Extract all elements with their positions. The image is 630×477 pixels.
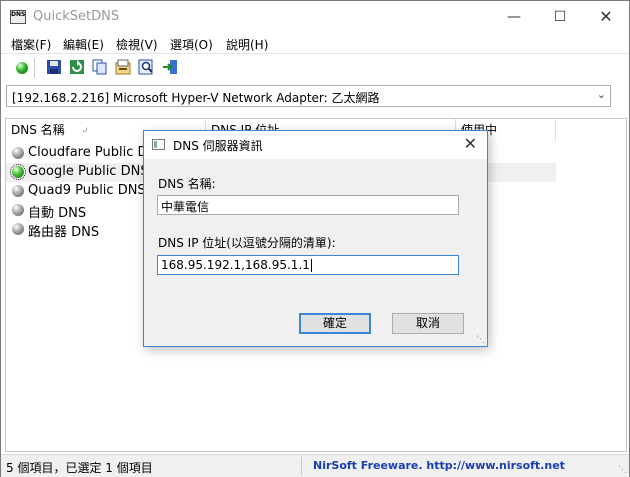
cancel-button[interactable]: 取消 [392,313,464,334]
sort-arrow-icon: ⌏ [82,126,91,137]
menu-options[interactable]: 選項(O) [170,36,213,53]
dns-server-dialog: DNS 伺服器資訊 ✕ DNS 名稱: 中華電信 DNS IP 位址(以逗號分隔… [143,130,488,347]
dns-status-icon [12,147,24,159]
find-icon[interactable] [138,59,154,75]
dns-status-icon [12,204,24,216]
status-bar: 5 個項目，已選定 1 個項目 NirSoft Freeware. http:/… [1,454,629,477]
dialog-title: DNS 伺服器資訊 [173,139,263,153]
nirsoft-link[interactable]: NirSoft Freeware. http://www.nirsoft.net [313,459,565,472]
toolbar [1,53,629,82]
close-icon[interactable]: ✕ [583,1,629,33]
dns-ip-value: 168.95.192.1,168.95.1.1 [161,258,312,272]
menu-bar: 檔案(F) 編輯(E) 檢視(V) 選項(O) 說明(H) [1,33,629,53]
dns-active-icon [10,164,26,180]
properties-icon[interactable] [115,59,131,75]
dns-ip-field[interactable]: 168.95.192.1,168.95.1.1 [157,255,459,275]
window-title: QuickSetDNS [33,9,120,24]
chevron-down-icon[interactable]: ⌄ [597,88,606,101]
menu-view[interactable]: 檢視(V) [116,36,158,53]
resize-grip-icon[interactable]: ⋱ [618,465,627,475]
dns-name: 路由器 DNS [28,225,100,240]
title-bar: DNS QuickSetDNS — ☐ ✕ [1,1,629,33]
dns-status-icon [12,185,24,197]
menu-edit[interactable]: 編輯(E) [63,36,104,53]
dns-name: Quad9 Public DNS S [28,183,159,198]
column-header-dns-name-label: DNS 名稱 [11,123,65,137]
refresh-icon[interactable] [69,59,85,75]
menu-help[interactable]: 說明(H) [226,36,268,53]
dialog-resize-grip-icon[interactable]: ⋱ [476,335,485,345]
copy-icon[interactable] [92,59,108,75]
dns-ip-label: DNS IP 位址(以逗號分隔的清單): [158,236,336,250]
menu-file[interactable]: 檔案(F) [11,36,51,53]
dns-name: 自動 DNS [28,206,87,221]
dialog-window-icon [152,139,165,150]
app-icon: DNS [10,10,26,24]
network-adapter-value: [192.168.2.216] Microsoft Hyper-V Networ… [12,91,380,105]
status-item-count: 5 個項目，已選定 1 個項目 [6,461,153,475]
activate-dns-icon[interactable] [16,62,28,74]
dns-name: Google Public DNS S [28,164,161,179]
dns-name-field[interactable]: 中華電信 [157,195,459,215]
save-icon[interactable] [46,59,62,75]
dialog-title-bar: DNS 伺服器資訊 ✕ [144,131,487,159]
minimize-icon[interactable]: — [491,1,537,33]
status-divider [301,457,302,475]
dialog-close-icon[interactable]: ✕ [464,134,477,153]
dns-name-label: DNS 名稱: [158,177,216,191]
maximize-icon[interactable]: ☐ [537,1,583,33]
ok-button[interactable]: 確定 [299,313,371,334]
toolbar-separator [34,58,35,78]
dns-name-value: 中華電信 [161,200,210,214]
dns-status-icon [12,223,24,235]
network-adapter-select[interactable]: [192.168.2.216] Microsoft Hyper-V Networ… [6,85,611,107]
exit-icon[interactable] [162,59,178,75]
